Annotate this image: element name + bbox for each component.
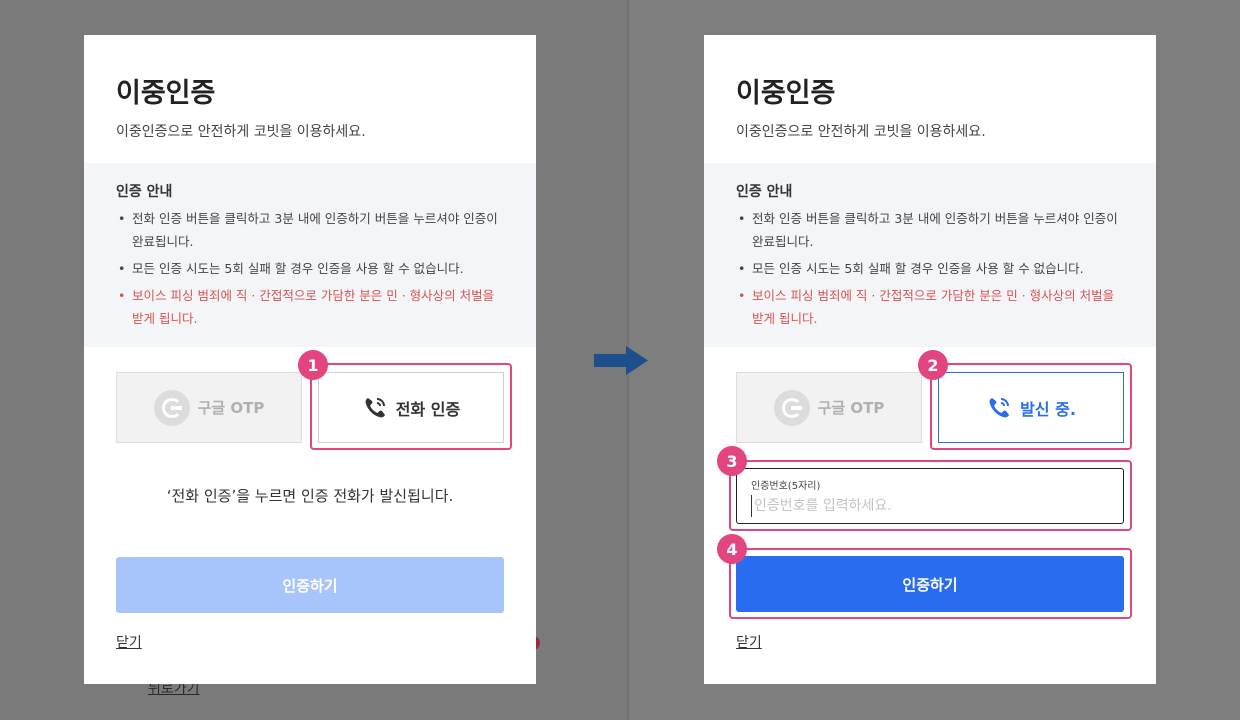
google-otp-button[interactable]: 구글 OTP (736, 372, 922, 443)
modal-subtitle: 이중인증으로 안전하게 코빗을 이용하세요. (736, 124, 986, 140)
guide-box: 인증 안내 전화 인증 버튼을 클릭하고 3분 내에 인증하기 버튼을 누르셔야… (704, 163, 1156, 347)
step-4-badge: 4 (717, 534, 747, 564)
modal-title: 이중인증 (116, 78, 216, 109)
step-1-highlight (310, 363, 512, 450)
step-3-highlight (729, 460, 1132, 531)
guide-title: 인증 안내 (116, 184, 173, 200)
close-link[interactable]: 닫기 (116, 632, 142, 652)
guide-list: 전화 인증 버튼을 클릭하고 3분 내에 인증하기 버튼을 누르셔야 인증이 완… (736, 207, 1126, 334)
close-link[interactable]: 닫기 (736, 632, 762, 652)
guide-title: 인증 안내 (736, 184, 793, 200)
call-notice: ‘전화 인증’을 누르면 인증 전화가 발신됩니다. (166, 487, 454, 505)
google-otp-label: 구글 OTP (197, 399, 265, 417)
guide-list: 전화 인증 버튼을 클릭하고 3분 내에 인증하기 버튼을 누르셔야 인증이 완… (116, 207, 506, 334)
modal-subtitle: 이중인증으로 안전하게 코빗을 이용하세요. (116, 124, 366, 140)
step-2-highlight (930, 363, 1132, 450)
google-otp-icon (153, 389, 190, 426)
google-otp-label: 구글 OTP (817, 399, 885, 417)
step-4-highlight (729, 548, 1132, 619)
verify-button-disabled[interactable]: 인증하기 (116, 557, 504, 613)
guide-item: 전화 인증 버튼을 클릭하고 3분 내에 인증하기 버튼을 누르셔야 인증이 완… (116, 207, 506, 253)
guide-box: 인증 안내 전화 인증 버튼을 클릭하고 3분 내에 인증하기 버튼을 누르셔야… (84, 163, 536, 347)
guide-item: 전화 인증 버튼을 클릭하고 3분 내에 인증하기 버튼을 누르셔야 인증이 완… (736, 207, 1126, 253)
right-arrow-icon (594, 346, 648, 375)
guide-warning-item: 보이스 피싱 범죄에 직 · 간접적으로 가담한 분은 민 · 형사상의 처벌을… (736, 284, 1126, 330)
modal-title: 이중인증 (736, 78, 836, 109)
step-1-badge: 1 (298, 350, 328, 380)
google-otp-icon (773, 389, 810, 426)
step-2-badge: 2 (918, 350, 948, 380)
google-otp-button[interactable]: 구글 OTP (116, 372, 302, 443)
step-3-badge: 3 (717, 446, 747, 476)
guide-warning-item: 보이스 피싱 범죄에 직 · 간접적으로 가담한 분은 민 · 형사상의 처벌을… (116, 284, 506, 330)
guide-item: 모든 인증 시도는 5회 실패 할 경우 인증을 사용 할 수 없습니다. (736, 257, 1126, 280)
guide-item: 모든 인증 시도는 5회 실패 할 경우 인증을 사용 할 수 없습니다. (116, 257, 506, 280)
